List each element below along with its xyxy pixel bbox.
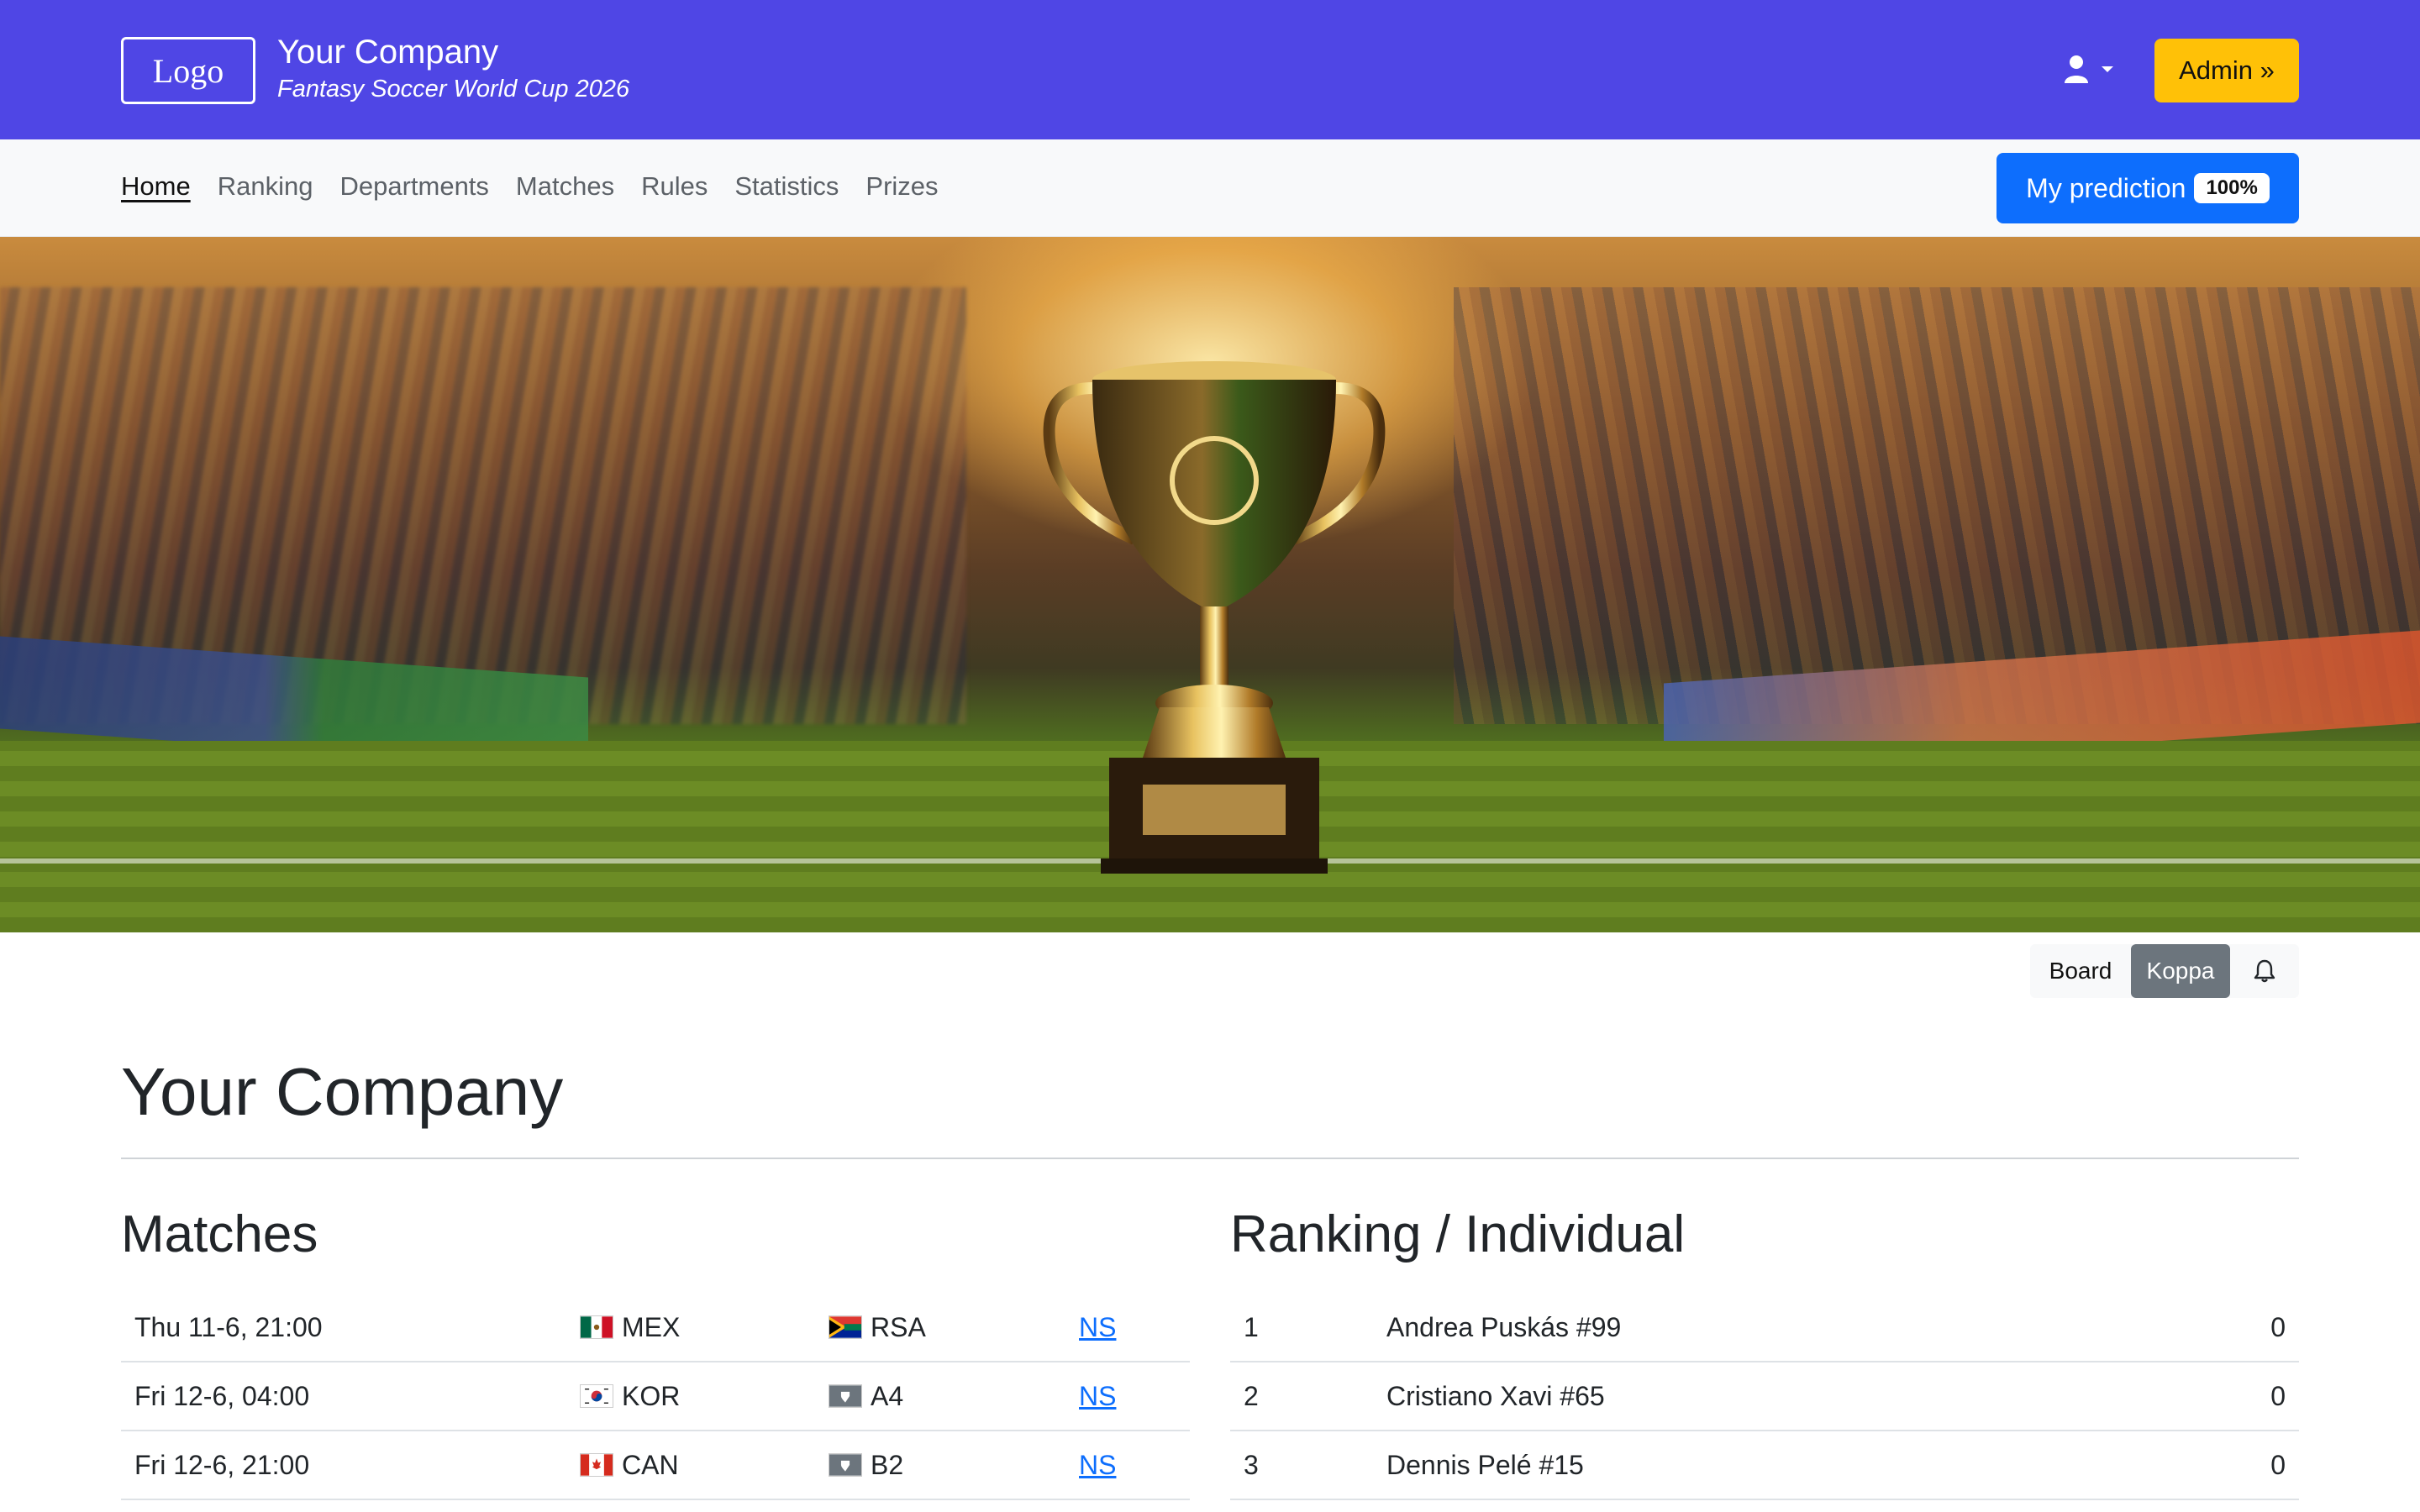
away-team-code: B2 <box>871 1449 904 1480</box>
admin-button[interactable]: Admin » <box>2154 39 2299 102</box>
match-away-team: A4 <box>829 1381 903 1412</box>
ranking-points: 0 <box>2270 1380 2286 1411</box>
match-home-team: KOR <box>580 1381 680 1412</box>
home-team-code: CAN <box>622 1449 679 1480</box>
company-name: Your Company <box>277 34 499 71</box>
user-menu-toggle[interactable] <box>2064 52 2131 89</box>
ranking-points: 0 <box>2270 1311 2286 1342</box>
koppa-toggle-button[interactable]: Koppa <box>2131 944 2230 998</box>
home-team-code: KOR <box>622 1380 681 1411</box>
nav-item-statistics[interactable]: Statistics <box>734 170 839 203</box>
notifications-button[interactable] <box>2230 944 2299 998</box>
match-date: Thu 11-6, 21:00 <box>134 1311 323 1342</box>
site-subtitle: Fantasy Soccer World Cup 2026 <box>277 76 630 102</box>
placeholder-flag-icon <box>829 1453 862 1477</box>
user-icon <box>2064 55 2089 87</box>
bell-icon <box>2254 959 2275 983</box>
mexico-flag-icon <box>580 1315 613 1339</box>
ranking-position: 1 <box>1244 1311 1259 1342</box>
nav-item-prizes[interactable]: Prizes <box>865 170 938 203</box>
my-prediction-label: My prediction <box>2026 172 2186 203</box>
ranking-row[interactable]: 2 Cristiano Xavi #65 0 <box>1230 1362 2299 1431</box>
nav-item-matches[interactable]: Matches <box>516 170 614 203</box>
match-away-team: RSA <box>829 1312 926 1343</box>
logo[interactable]: Logo <box>121 37 255 104</box>
match-date: Fri 12-6, 21:00 <box>134 1449 310 1480</box>
ranking-player-name: Dennis Pelé #15 <box>1386 1449 1584 1480</box>
nav-item-home[interactable]: Home <box>121 170 191 203</box>
prediction-progress-badge: 100% <box>2194 173 2270 203</box>
board-toggle-button[interactable]: Board <box>2030 944 2131 998</box>
canada-flag-icon <box>580 1453 613 1477</box>
match-home-team: MEX <box>580 1312 680 1343</box>
ranking-row[interactable]: 1 Andrea Puskás #99 0 <box>1230 1294 2299 1362</box>
page-title: Your Company <box>121 1054 564 1129</box>
nav-item-rules[interactable]: Rules <box>641 170 708 203</box>
hero-trophy-image <box>0 237 2420 932</box>
match-row[interactable]: Thu 11-6, 21:00 MEX RSA NS <box>121 1294 1190 1362</box>
match-date: Fri 12-6, 04:00 <box>134 1380 310 1411</box>
match-row[interactable]: Fri 12-6, 04:00 KOR A4 NS <box>121 1362 1190 1431</box>
match-away-team: B2 <box>829 1450 903 1481</box>
match-status-link[interactable]: NS <box>1079 1381 1116 1412</box>
away-team-code: A4 <box>871 1380 904 1411</box>
placeholder-flag-icon <box>829 1384 862 1408</box>
top-header: Logo Your Company Fantasy Soccer World C… <box>0 0 2420 139</box>
ranking-heading: Ranking / Individual <box>1230 1205 1686 1263</box>
trophy-icon <box>1043 361 1386 874</box>
nav-item-departments[interactable]: Departments <box>339 170 488 203</box>
matches-heading: Matches <box>121 1205 318 1263</box>
match-status-link[interactable]: NS <box>1079 1450 1116 1481</box>
chevron-down-icon <box>2101 63 2114 78</box>
south-africa-flag-icon <box>829 1315 862 1339</box>
match-status-link[interactable]: NS <box>1079 1312 1116 1343</box>
away-team-code: RSA <box>871 1311 926 1342</box>
ranking-player-name: Andrea Puskás #99 <box>1386 1311 1622 1342</box>
nav-links: Home Ranking Departments Matches Rules S… <box>121 170 939 203</box>
ranking-points: 0 <box>2270 1449 2286 1480</box>
south-korea-flag-icon <box>580 1384 613 1408</box>
ranking-position: 2 <box>1244 1380 1259 1411</box>
title-divider <box>121 1158 2299 1159</box>
match-home-team: CAN <box>580 1450 679 1481</box>
my-prediction-button[interactable]: My prediction 100% <box>1996 153 2299 223</box>
match-row[interactable]: Fri 12-6, 21:00 CAN B2 NS <box>121 1431 1190 1500</box>
nav-item-ranking[interactable]: Ranking <box>218 170 313 203</box>
ranking-row[interactable]: 3 Dennis Pelé #15 0 <box>1230 1431 2299 1500</box>
board-toggle-group: Board Koppa <box>2030 944 2299 998</box>
home-team-code: MEX <box>622 1311 681 1342</box>
ranking-position: 3 <box>1244 1449 1259 1480</box>
ranking-player-name: Cristiano Xavi #65 <box>1386 1380 1605 1411</box>
